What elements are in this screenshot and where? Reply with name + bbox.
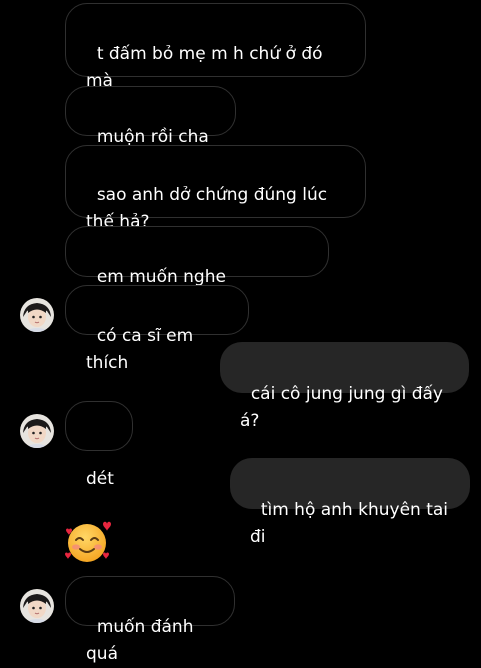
contact-avatar[interactable] xyxy=(20,414,54,448)
outgoing-message[interactable]: tìm hộ anh khuyên tai đi xyxy=(230,458,470,547)
message-text: dét xyxy=(86,469,114,489)
message-text: cái cô jung jung gì đấy á? xyxy=(240,384,449,431)
incoming-message[interactable]: em muốn nghe nhạcccccc xyxy=(65,226,329,314)
incoming-message[interactable]: sao anh dở chứng đúng lúc thế hả? xyxy=(65,145,366,232)
incoming-message[interactable]: t đấm bỏ mẹ m h chứ ở đó mà không với có… xyxy=(65,3,366,118)
incoming-message[interactable]: có ca sĩ em thích xyxy=(65,285,249,373)
message-text: muốn đánh quá xyxy=(86,617,199,664)
outgoing-message[interactable]: cái cô jung jung gì đấy á? xyxy=(220,342,469,431)
incoming-message[interactable]: muộn rồi cha ơi xyxy=(65,86,236,174)
message-text: tìm hộ anh khuyên tai đi xyxy=(250,500,454,547)
incoming-message[interactable]: dét xyxy=(65,401,133,489)
smiling-face-with-hearts-icon[interactable] xyxy=(63,518,115,566)
message-text: sao anh dở chứng đúng lúc thế hả? xyxy=(86,185,328,232)
contact-avatar[interactable] xyxy=(20,589,54,623)
avatar-image xyxy=(20,589,54,623)
avatar-image xyxy=(20,298,54,332)
message-text: có ca sĩ em thích xyxy=(86,326,199,373)
incoming-message[interactable]: muốn đánh quá xyxy=(65,576,235,664)
avatar-image xyxy=(20,414,54,448)
contact-avatar[interactable] xyxy=(20,298,54,332)
